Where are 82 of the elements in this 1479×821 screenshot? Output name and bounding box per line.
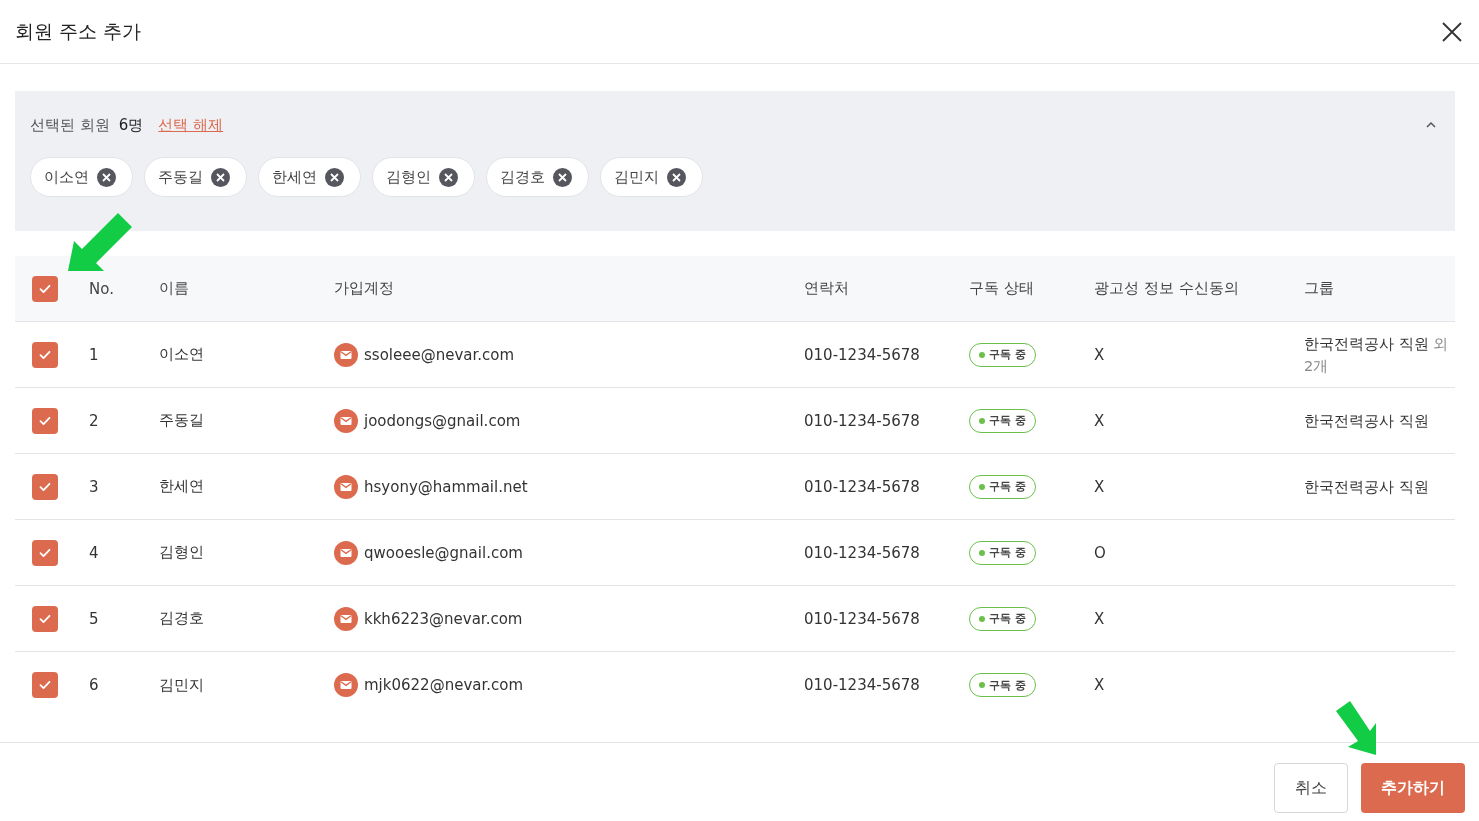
pointer-arrow-icon <box>1334 699 1378 757</box>
close-icon <box>216 172 225 182</box>
close-icon <box>444 172 453 182</box>
mail-icon <box>334 673 358 697</box>
select-all-checkbox[interactable] <box>32 275 58 302</box>
number-cell: 4 <box>89 543 99 562</box>
dialog-title: 회원 주소 추가 <box>15 18 142 44</box>
name-cell: 김민지 <box>159 675 204 695</box>
pointer-arrow-icon <box>66 211 134 273</box>
name-cell: 한세연 <box>159 477 204 496</box>
number-cell: 6 <box>89 676 99 694</box>
close-icon <box>102 172 111 182</box>
name-cell: 김경호 <box>159 609 204 628</box>
add-button[interactable]: 추가하기 <box>1361 763 1465 813</box>
mail-icon <box>334 606 358 631</box>
cancel-button[interactable]: 취소 <box>1274 763 1348 813</box>
remove-chip-button[interactable] <box>439 167 458 187</box>
column-header: 그룹 <box>1304 279 1334 298</box>
remove-chip-button[interactable] <box>553 167 572 187</box>
remove-chip-button[interactable] <box>97 167 116 187</box>
remove-chip-button[interactable] <box>325 167 344 187</box>
email-cell: ssoleee@nevar.com <box>364 345 515 364</box>
email-cell: mjk0622@nevar.com <box>364 676 524 694</box>
group-cell-text: 한국전력공사 직원 <box>1304 477 1429 497</box>
mail-icon <box>334 474 358 499</box>
email-cell: hsyony@hammail.net <box>364 477 528 496</box>
consent-cell: X <box>1094 477 1105 496</box>
check-icon <box>38 678 52 692</box>
selected-members-label: 선택된 회원 <box>30 115 110 135</box>
row-checkbox[interactable] <box>32 605 58 632</box>
column-header: 구독 상태 <box>969 279 1034 298</box>
chip-label: 김형인 <box>386 167 431 187</box>
number-cell: 3 <box>89 477 99 496</box>
phone-cell: 010-1234-5678 <box>804 345 920 364</box>
column-header: No. <box>89 279 114 298</box>
chip-label: 김경호 <box>500 167 545 187</box>
remove-chip-button[interactable] <box>211 167 230 187</box>
column-header: 가입계정 <box>334 279 394 298</box>
group-cell-text: 한국전력공사 직원 <box>1304 411 1429 431</box>
row-checkbox[interactable] <box>32 341 58 368</box>
name-cell: 이소연 <box>159 345 204 364</box>
chip-label: 이소연 <box>44 167 89 187</box>
number-cell: 5 <box>89 609 99 628</box>
consent-cell: O <box>1094 543 1106 562</box>
phone-cell: 010-1234-5678 <box>804 609 920 628</box>
chip-label: 한세연 <box>272 167 317 187</box>
consent-cell: X <box>1094 609 1105 628</box>
consent-cell: X <box>1094 676 1105 694</box>
name-cell: 김형인 <box>159 543 204 562</box>
name-cell: 주동길 <box>159 411 204 430</box>
row-checkbox[interactable] <box>32 539 58 566</box>
phone-cell: 010-1234-5678 <box>804 543 920 562</box>
consent-cell: X <box>1094 345 1105 364</box>
close-button[interactable] <box>1441 20 1463 43</box>
chip-label: 김민지 <box>614 167 659 187</box>
email-cell: joodongs@gnail.com <box>364 411 521 430</box>
phone-cell: 010-1234-5678 <box>804 411 920 430</box>
column-header: 연락처 <box>804 279 849 298</box>
column-header: 광고성 정보 수신동의 <box>1094 279 1239 298</box>
phone-cell: 010-1234-5678 <box>804 477 920 496</box>
column-header: 이름 <box>159 279 189 298</box>
chip-label: 주동길 <box>158 167 203 187</box>
row-checkbox[interactable] <box>32 407 58 434</box>
phone-cell: 010-1234-5678 <box>804 676 920 694</box>
close-icon <box>1441 20 1463 43</box>
mail-icon <box>334 342 358 367</box>
consent-cell: X <box>1094 411 1105 430</box>
row-checkbox[interactable] <box>32 672 58 698</box>
mail-icon <box>334 408 358 433</box>
email-cell: kkh6223@nevar.com <box>364 609 523 628</box>
close-icon <box>672 172 681 182</box>
close-icon <box>558 172 567 182</box>
email-cell: qwooesle@gnail.com <box>364 543 523 562</box>
remove-chip-button[interactable] <box>667 167 686 187</box>
number-cell: 1 <box>89 345 99 364</box>
group-cell-text: 한국전력공사 직원 외 2개 <box>1304 334 1450 376</box>
selected-count: 6명 <box>118 115 144 135</box>
clear-selection-link[interactable]: 선택 해제 <box>158 115 224 135</box>
close-icon <box>330 172 339 182</box>
number-cell: 2 <box>89 411 99 430</box>
mail-icon <box>334 540 358 565</box>
row-checkbox[interactable] <box>32 473 58 500</box>
